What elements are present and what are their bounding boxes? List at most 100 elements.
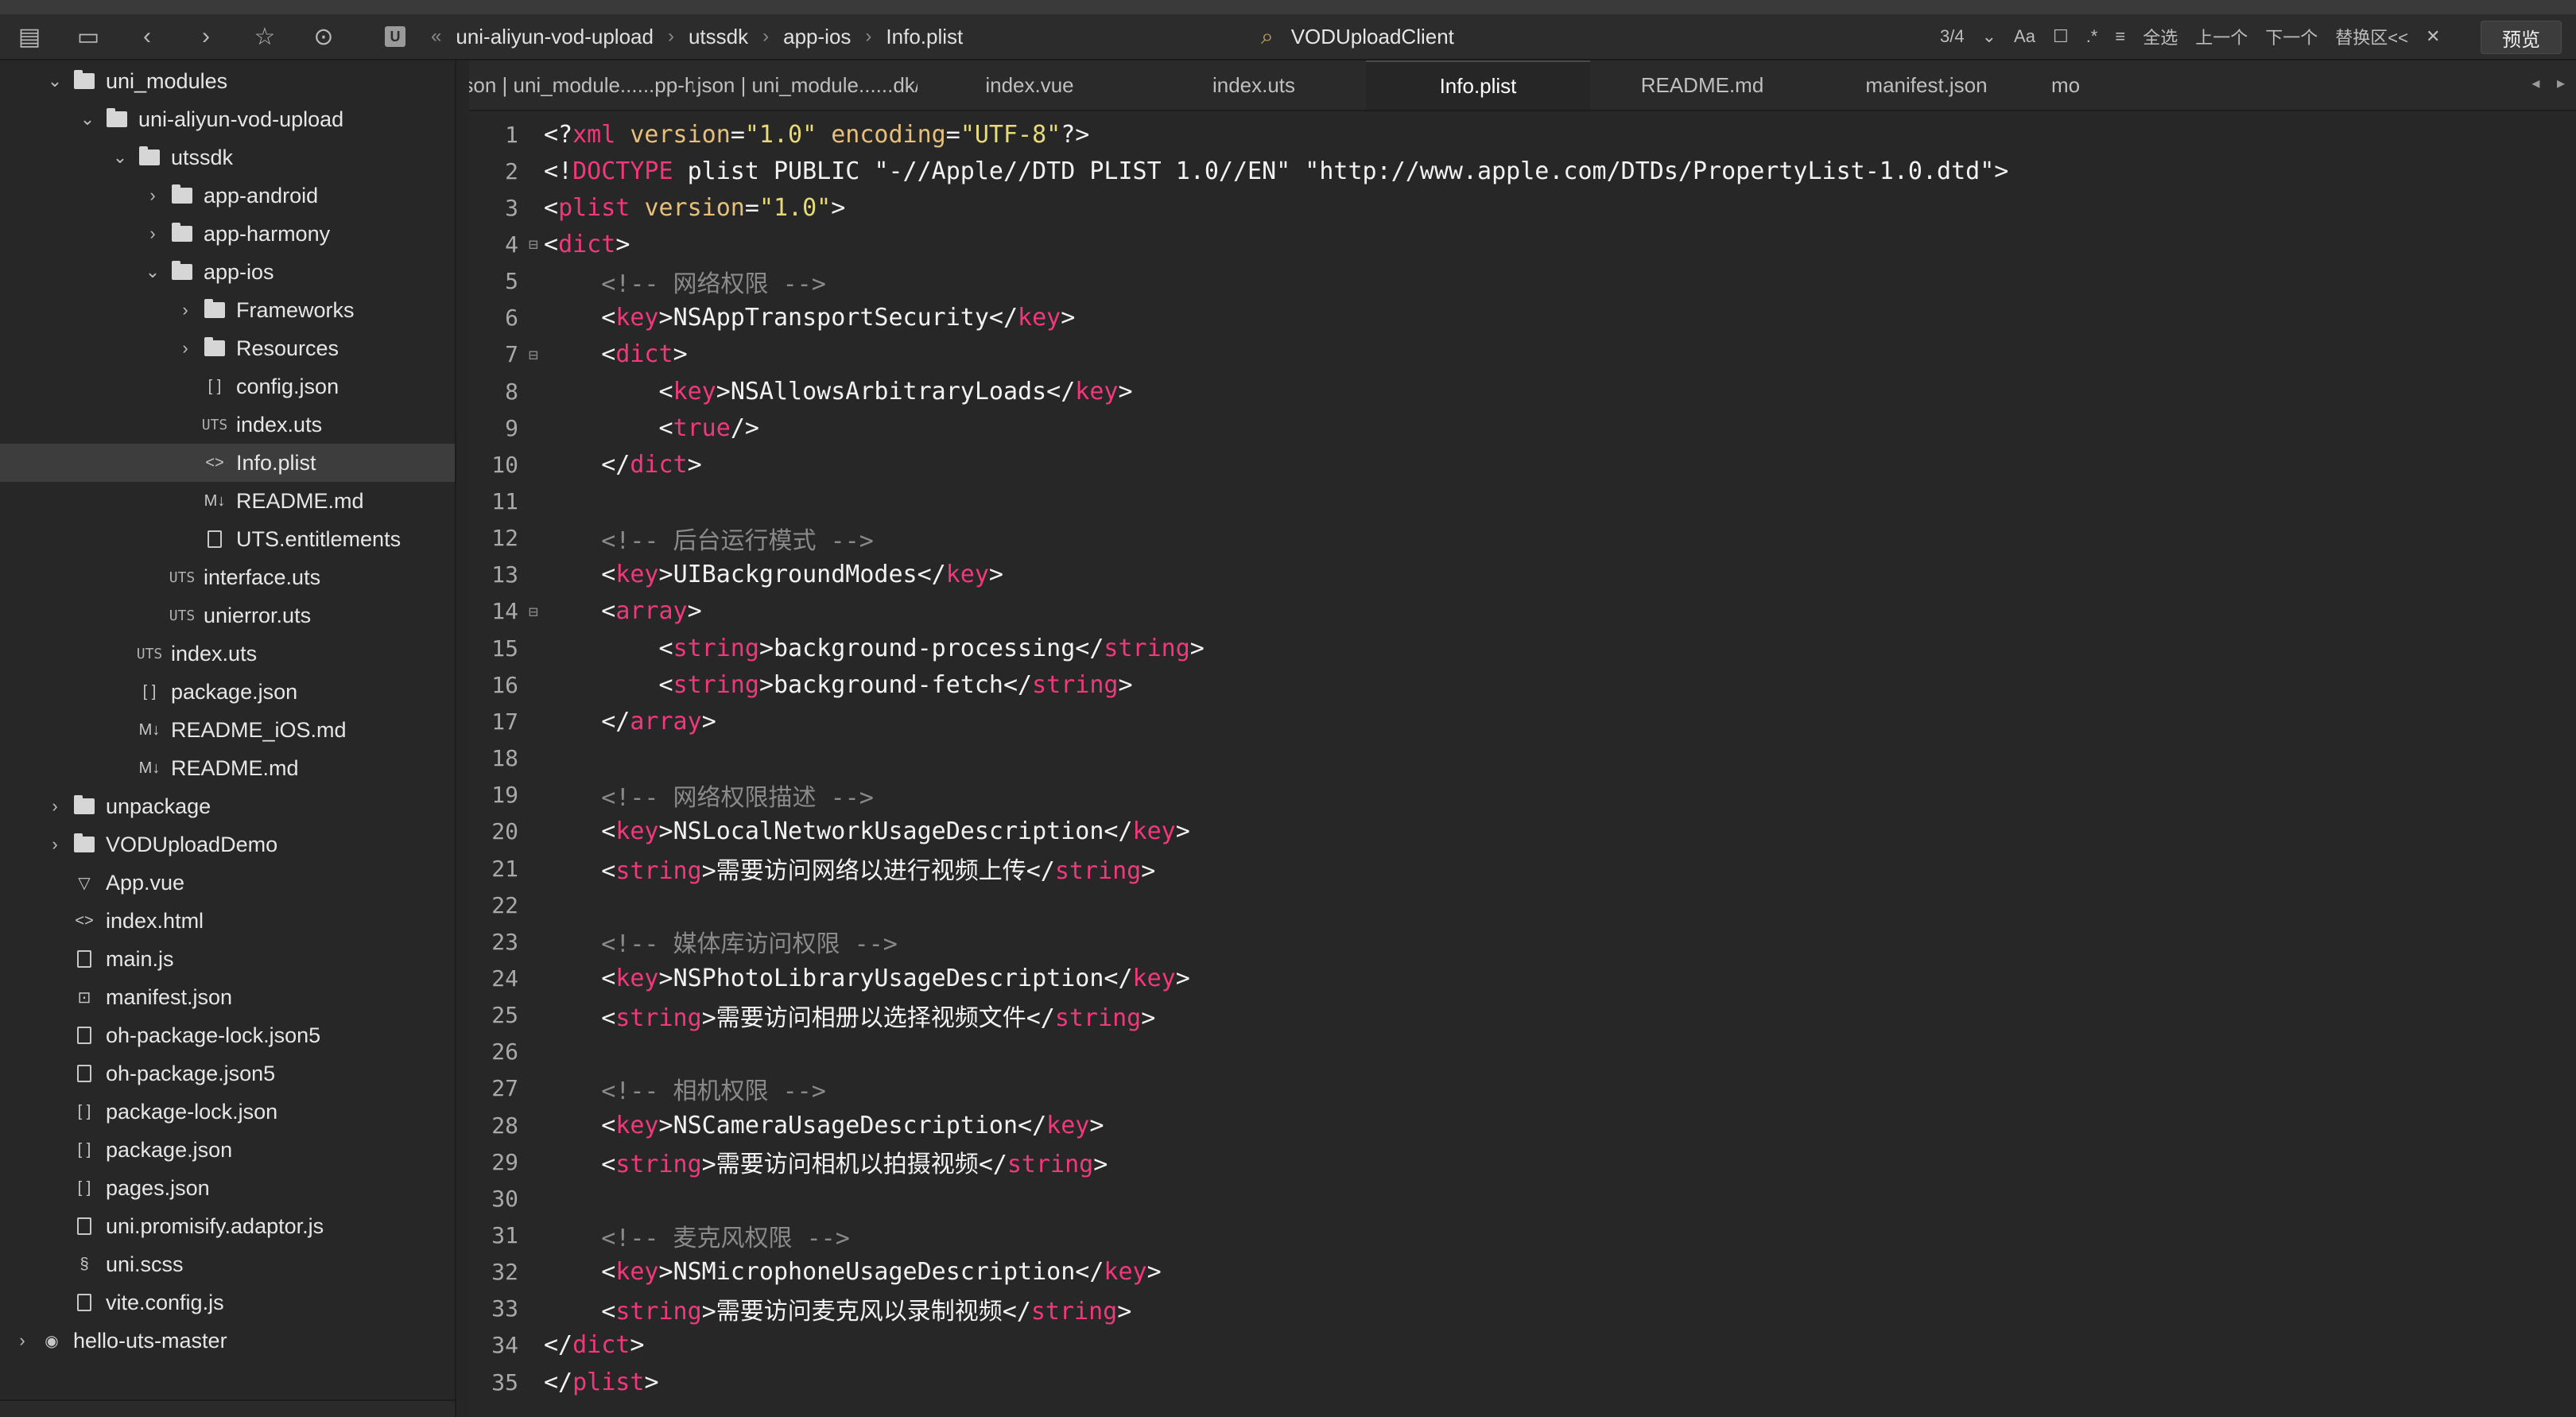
code-line[interactable]: 12 <!-- 后台运行模式 --> [469,520,2576,557]
code-line[interactable]: 25 <string>需要访问相册以选择视频文件</string> [469,997,2576,1034]
tree-file[interactable]: [ ] package.json [0,1131,455,1169]
tree-file[interactable]: § uni.scss [0,1245,455,1283]
tab-config-ios[interactable]: * config.json | uni_module......dk/app-i… [693,60,918,110]
tree-file[interactable]: ⊡ manifest.json [0,978,455,1016]
close-icon[interactable]: ✕ [2426,26,2440,47]
tree-folder[interactable]: ⌄ uni-aliyun-vod-upload [0,100,455,138]
whole-word-icon[interactable]: ☐ [2053,26,2069,47]
code-line[interactable]: 29 <string>需要访问相机以拍摄视频</string> [469,1143,2576,1180]
code-line[interactable]: 19 <!-- 网络权限描述 --> [469,777,2576,813]
code-line[interactable]: 27 <!-- 相机权限 --> [469,1070,2576,1107]
tree-folder[interactable]: › app-harmony [0,215,455,253]
code-line[interactable]: 21 <string>需要访问网络以进行视频上传</string> [469,850,2576,887]
code-line[interactable]: 6 <key>NSAppTransportSecurity</key> [469,300,2576,336]
code-line[interactable]: 23 <!-- 媒体库访问权限 --> [469,923,2576,960]
code-line[interactable]: 28 <key>NSCameraUsageDescription</key> [469,1107,2576,1143]
chevron-down-icon[interactable]: ⌄ [45,71,64,91]
regex-icon[interactable]: .* [2086,26,2098,47]
chevron-right-icon[interactable]: › [45,796,64,817]
breadcrumb-item[interactable]: uni-aliyun-vod-upload [456,25,654,49]
chevron-down-icon[interactable]: ⌄ [111,147,130,168]
list-icon[interactable]: ≡ [2115,26,2125,47]
tab-more[interactable]: mo [2039,60,2110,110]
tree-folder[interactable]: › Frameworks [0,291,455,329]
tree-file[interactable]: UTS.entitlements [0,520,455,558]
tree-file[interactable]: UTS index.uts [0,406,455,444]
tree-file[interactable]: oh-package.json5 [0,1054,455,1093]
tree-folder[interactable]: › app-android [0,177,455,215]
code-line[interactable]: 31 <!-- 麦克风权限 --> [469,1217,2576,1254]
code-line[interactable]: 9 <true/> [469,410,2576,446]
tree-folder[interactable]: › Resources [0,329,455,367]
tree-file[interactable]: ▽ App.vue [0,864,455,902]
replace-toggle-button[interactable]: 替换区<< [2335,24,2408,49]
tree-file[interactable]: <> index.html [0,902,455,940]
tree-file[interactable]: UTS interface.uts [0,558,455,596]
tree-file[interactable]: [ ] config.json [0,367,455,406]
tree-file[interactable]: [ ] package.json [0,673,455,711]
tree-file[interactable]: uni.promisify.adaptor.js [0,1207,455,1245]
code-line[interactable]: 5 <!-- 网络权限 --> [469,263,2576,300]
breadcrumb-back-icon[interactable]: « [431,25,441,48]
code-line[interactable]: 24 <key>NSPhotoLibraryUsageDescription</… [469,960,2576,996]
tree-file[interactable]: main.js [0,940,455,978]
save-icon[interactable]: ▭ [59,14,118,59]
tree-file[interactable]: UTS unierror.uts [0,596,455,635]
tree-file[interactable]: <> Info.plist [0,444,455,482]
run-icon[interactable]: ⊙ [294,14,353,59]
breadcrumb-item[interactable]: utssdk [689,25,748,49]
tree-file[interactable]: M↓ README.md [0,482,455,520]
tree-folder[interactable]: › unpackage [0,787,455,825]
fold-toggle-icon[interactable]: ⊟ [523,345,544,364]
code-line[interactable]: 7 ⊟ <dict> [469,336,2576,373]
tree-file[interactable]: oh-package-lock.json5 [0,1016,455,1054]
code-line[interactable]: 17 </array> [469,703,2576,740]
search-input[interactable]: VODUploadClient [1291,25,1454,49]
code-line[interactable]: 33 <string>需要访问麦克风以录制视频</string> [469,1291,2576,1327]
star-icon[interactable]: ☆ [235,14,294,59]
select-all-button[interactable]: 全选 [2143,24,2178,49]
code-line[interactable]: 16 <string>background-fetch</string> [469,666,2576,703]
tree-file[interactable]: [ ] pages.json [0,1169,455,1207]
preview-button[interactable]: 预览 [2481,21,2562,54]
tab-scroll-arrows-icon[interactable]: ◂ ▸ [2531,73,2571,93]
forward-icon[interactable]: › [177,14,235,59]
tree-folder[interactable]: ⌄ uni_modules [0,62,455,100]
chevron-right-icon[interactable]: › [45,834,64,855]
back-icon[interactable]: ‹ [118,14,177,59]
chevron-right-icon[interactable]: › [176,338,195,359]
tab-index-uts[interactable]: index.uts [1142,60,1366,110]
code-line[interactable]: 18 [469,740,2576,777]
tree-file[interactable]: UTS index.uts [0,635,455,673]
chevron-right-icon[interactable]: › [176,300,195,320]
tab-readme[interactable]: README.md [1590,60,1814,110]
code-line[interactable]: 1 <?xml version="1.0" encoding="UTF-8"?> [469,116,2576,153]
code-line[interactable]: 14 ⊟ <array> [469,593,2576,630]
tree-file[interactable]: vite.config.js [0,1283,455,1322]
fold-toggle-icon[interactable]: ⊟ [523,602,544,621]
tab-manifest[interactable]: manifest.json [1814,60,2039,110]
code-line[interactable]: 30 [469,1180,2576,1217]
code-line[interactable]: 32 <key>NSMicrophoneUsageDescription</ke… [469,1254,2576,1291]
chevron-down-icon[interactable]: ⌄ [1982,26,1996,47]
outline-icon[interactable]: ▤ [0,14,59,59]
code-line[interactable]: 2 <!DOCTYPE plist PUBLIC "-//Apple//DTD P… [469,153,2576,189]
code-line[interactable]: 35 </plist> [469,1364,2576,1400]
tab-index-vue[interactable]: index.vue [918,60,1142,110]
tree-file[interactable]: [ ] package-lock.json [0,1093,455,1131]
code-line[interactable]: 3 <plist version="1.0"> [469,189,2576,226]
code-line[interactable]: 11 [469,483,2576,520]
match-case-button[interactable]: Aa [2014,26,2035,47]
tree-folder[interactable]: ⌄ utssdk [0,138,455,177]
chevron-right-icon[interactable]: › [143,185,162,206]
tree-folder[interactable]: › ◉ hello-uts-master [0,1322,455,1360]
breadcrumb-item[interactable]: app-ios [783,25,851,49]
code-line[interactable]: 10 </dict> [469,446,2576,483]
tree-folder[interactable]: ⌄ app-ios [0,253,455,291]
chevron-down-icon[interactable]: ⌄ [78,109,97,130]
tab-info-plist[interactable]: Info.plist [1366,60,1590,110]
code-line[interactable]: 13 <key>UIBackgroundModes</key> [469,557,2576,593]
next-match-button[interactable]: 下一个 [2265,24,2318,49]
tree-file[interactable]: M↓ README_iOS.md [0,711,455,749]
code-line[interactable]: 22 [469,887,2576,923]
